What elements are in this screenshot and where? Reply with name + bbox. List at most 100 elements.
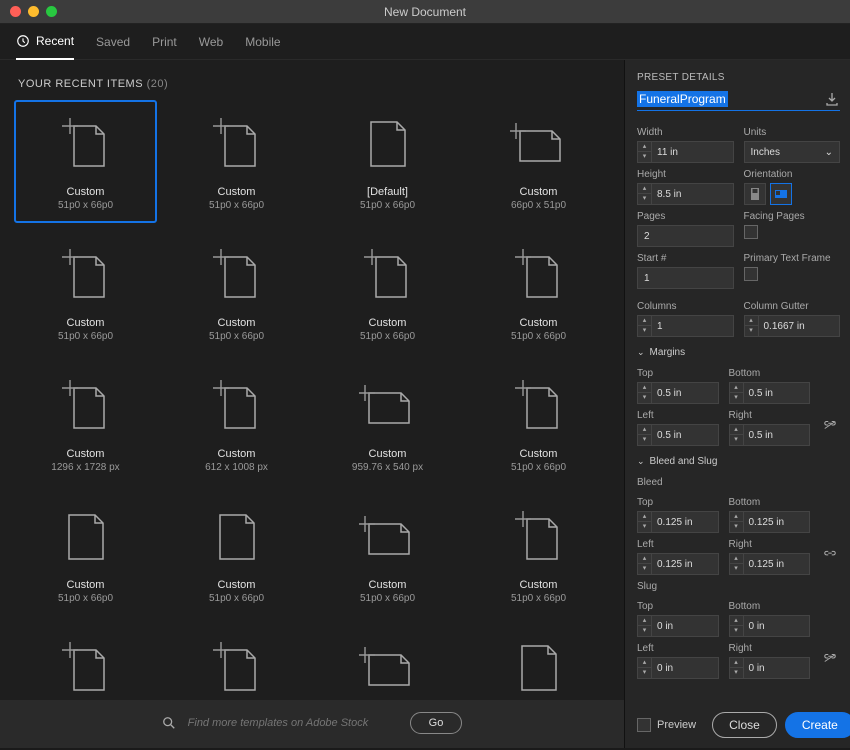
gutter-input[interactable]: ▴▾0.1667 in — [744, 315, 841, 337]
recent-item[interactable]: Custom 51p0 x 66p0 — [165, 100, 308, 223]
link-margins-icon[interactable] — [823, 418, 837, 432]
close-button[interactable]: Close — [712, 712, 777, 738]
item-size: 51p0 x 66p0 — [209, 593, 264, 604]
item-size: 51p0 x 66p0 — [511, 593, 566, 604]
units-select[interactable]: Inches⌄ — [744, 141, 841, 163]
recent-item[interactable]: Custom959.76 x 540 px — [316, 362, 459, 485]
recent-item[interactable]: Custom51p0 x 66p0 — [316, 231, 459, 354]
document-icon — [52, 634, 120, 692]
pages-input[interactable]: 2 — [637, 225, 734, 247]
bleed-left-label: Left — [637, 539, 719, 550]
recent-item[interactable]: Custom51p0 x 66p0 — [316, 624, 459, 692]
ptf-checkbox[interactable] — [744, 267, 758, 281]
columns-input[interactable]: ▴▾1 — [637, 315, 734, 337]
recent-item[interactable]: Custom 51p0 x 66p0 — [316, 493, 459, 616]
preset-name-row: FuneralProgram — [637, 91, 840, 111]
save-preset-icon[interactable] — [824, 91, 840, 107]
recent-item[interactable]: Custom51p0 x 66p0 — [165, 624, 308, 692]
item-size: 51p0 x 66p0 — [360, 331, 415, 342]
create-button[interactable]: Create — [785, 712, 850, 738]
slug-top-input[interactable]: ▴▾0 in — [637, 615, 719, 637]
stock-search-input[interactable] — [188, 717, 398, 729]
recent-heading: YOUR RECENT ITEMS (20) — [14, 74, 610, 100]
facing-pages-checkbox[interactable] — [744, 225, 758, 239]
bleed-slug-section-toggle[interactable]: ⌄Bleed and Slug — [637, 456, 840, 467]
tab-print[interactable]: Print — [152, 35, 177, 59]
document-icon — [354, 503, 422, 571]
orientation-landscape[interactable] — [770, 183, 792, 205]
document-icon — [203, 503, 271, 571]
recent-item[interactable]: Custom51p0 x 66p0 — [14, 231, 157, 354]
item-name: Custom — [520, 317, 558, 329]
recent-heading-text: YOUR RECENT ITEMS — [18, 78, 143, 90]
recent-item[interactable]: Custom51p0 x 66p0 — [165, 493, 308, 616]
tab-web[interactable]: Web — [199, 35, 223, 59]
item-name: Custom — [369, 448, 407, 460]
bleed-heading: Bleed — [637, 477, 840, 488]
recent-item[interactable]: Custom51p0 x 66p0 — [14, 100, 157, 223]
document-icon — [52, 503, 120, 571]
recent-item[interactable]: Custom 51p0 x 66p0 — [165, 231, 308, 354]
item-name: Custom — [218, 186, 256, 198]
bleed-top-input[interactable]: ▴▾0.125 in — [637, 511, 719, 533]
document-icon — [203, 634, 271, 692]
recent-item[interactable]: Custom 51p0 x 66p0 — [467, 493, 610, 616]
recent-item[interactable]: Custom51p0 x 66p0 — [467, 362, 610, 485]
item-name: Custom — [218, 317, 256, 329]
go-button[interactable]: Go — [410, 712, 463, 734]
recent-item[interactable]: Custom51p0 x 66p0 — [467, 231, 610, 354]
document-icon — [505, 634, 573, 692]
chevron-down-icon: ⌄ — [825, 147, 833, 158]
margin-left-input[interactable]: ▴▾0.5 in — [637, 424, 719, 446]
tab-saved[interactable]: Saved — [96, 35, 130, 59]
tab-mobile[interactable]: Mobile — [245, 35, 280, 59]
item-size: 66p0 x 51p0 — [511, 200, 566, 211]
recent-item[interactable]: Custom612 x 1008 px — [165, 362, 308, 485]
preview-checkbox[interactable]: Preview — [637, 718, 696, 732]
columns-label: Columns — [637, 301, 734, 312]
item-name: Custom — [520, 579, 558, 591]
tab-recent[interactable]: Recent — [16, 34, 74, 60]
width-input[interactable]: ▴▾11 in — [637, 141, 734, 163]
recent-panel: YOUR RECENT ITEMS (20) Custom 51p0 x 66p0… — [0, 60, 624, 748]
document-icon — [203, 110, 271, 178]
recent-item[interactable]: Custom51p0 x 66p0 — [14, 493, 157, 616]
slug-left-input[interactable]: ▴▾0 in — [637, 657, 719, 679]
bleed-bottom-input[interactable]: ▴▾0.125 in — [729, 511, 811, 533]
bleed-left-input[interactable]: ▴▾0.125 in — [637, 553, 719, 575]
margin-right-input[interactable]: ▴▾0.5 in — [729, 424, 811, 446]
item-size: 51p0 x 66p0 — [209, 200, 264, 211]
link-bleed-icon[interactable] — [823, 547, 837, 561]
maximize-window-button[interactable] — [46, 6, 57, 17]
item-size: 51p0 x 66p0 — [360, 593, 415, 604]
slug-right-input[interactable]: ▴▾0 in — [729, 657, 811, 679]
preset-details-panel: PRESET DETAILS FuneralProgram Width ▴▾11… — [624, 60, 850, 748]
start-input[interactable]: 1 — [637, 267, 734, 289]
link-slug-icon[interactable] — [823, 651, 837, 665]
margins-section-toggle[interactable]: ⌄Margins — [637, 347, 840, 358]
item-size: 51p0 x 66p0 — [209, 331, 264, 342]
recent-item[interactable]: [Default]51p0 x 66p0 — [316, 100, 459, 223]
recent-item[interactable]: Custom1296 x 1728 px — [14, 362, 157, 485]
preset-heading: PRESET DETAILS — [637, 72, 840, 83]
item-size: 51p0 x 66p0 — [58, 593, 113, 604]
recent-item[interactable]: Custom66p0 x 51p0 — [467, 100, 610, 223]
margin-bottom-input[interactable]: ▴▾0.5 in — [729, 382, 811, 404]
close-window-button[interactable] — [10, 6, 21, 17]
margin-bottom-label: Bottom — [729, 368, 811, 379]
height-input[interactable]: ▴▾8.5 in — [637, 183, 734, 205]
item-name: Custom — [67, 186, 105, 198]
orientation-portrait[interactable] — [744, 183, 766, 205]
recent-count: (20) — [147, 78, 169, 90]
margin-top-input[interactable]: ▴▾0.5 in — [637, 382, 719, 404]
slug-bottom-input[interactable]: ▴▾0 in — [729, 615, 811, 637]
item-name: Custom — [369, 579, 407, 591]
bleed-right-input[interactable]: ▴▾0.125 in — [729, 553, 811, 575]
recent-item[interactable]: Custom51p0 x 66p0 — [467, 624, 610, 692]
recent-item[interactable]: Custom51p0 x 66p0 — [14, 624, 157, 692]
preset-name-input[interactable]: FuneralProgram — [637, 91, 728, 107]
document-icon — [354, 372, 422, 440]
minimize-window-button[interactable] — [28, 6, 39, 17]
item-size: 612 x 1008 px — [205, 462, 268, 473]
document-icon — [505, 241, 573, 309]
